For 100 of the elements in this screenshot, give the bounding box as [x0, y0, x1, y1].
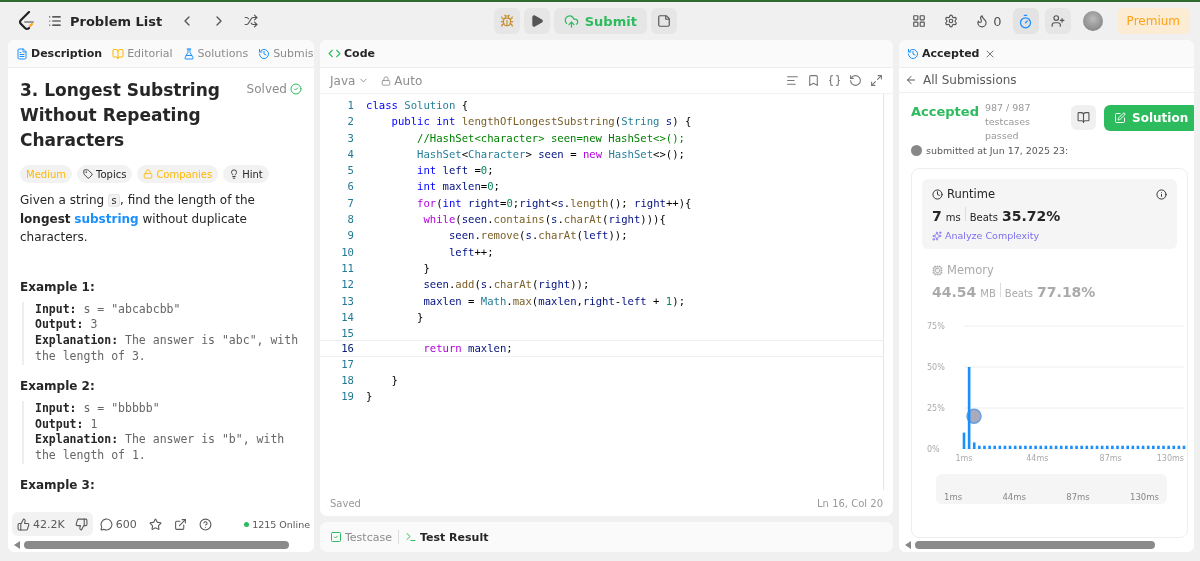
add-friend-button[interactable]	[1044, 8, 1071, 34]
list-icon	[48, 14, 62, 28]
tab[interactable]: Description	[14, 47, 105, 60]
editorial-button[interactable]	[1071, 105, 1096, 130]
problem-list-button[interactable]: Problem List	[42, 13, 169, 29]
beats-percent: 77.18%	[1037, 284, 1096, 300]
bar	[1075, 445, 1078, 449]
line-number: 11	[340, 260, 354, 276]
metric-card[interactable]: Memory 44.54 MB Beats 77.18%	[922, 255, 1177, 308]
example-line: Input: s = "abcabcbb"	[35, 301, 182, 318]
code-line: HashSet<Character> seen = new HashSet<>();	[416, 146, 685, 162]
bar	[1121, 445, 1124, 449]
scroll-left-icon	[14, 541, 20, 549]
code-line: }	[422, 260, 430, 276]
bookmark-icon[interactable]	[807, 74, 820, 87]
submit-button[interactable]: Submit	[553, 8, 647, 34]
analyze-complexity-link[interactable]: Analyze Complexity	[932, 230, 1167, 241]
bar	[1065, 445, 1068, 449]
code-line: }	[390, 373, 398, 388]
terminal-icon	[404, 531, 417, 543]
format-icon[interactable]	[786, 74, 799, 87]
star-icon	[148, 517, 162, 531]
axis-label: 25%	[927, 404, 945, 413]
solution-button[interactable]: Solution	[1104, 105, 1194, 131]
code-line: left++;	[447, 244, 494, 259]
line-number: 17	[340, 356, 354, 372]
line-number: 14	[340, 309, 354, 325]
history-icon	[907, 47, 919, 60]
checkbox-icon	[330, 531, 342, 543]
avatar[interactable]	[1082, 11, 1103, 31]
substring-link[interactable]: substring	[74, 212, 139, 226]
beats-percent: 35.72%	[1002, 208, 1061, 224]
info-icon[interactable]	[1156, 188, 1167, 200]
metric-card[interactable]: Runtime 7 ms Beats 35.72% Analyze Complexity	[922, 179, 1177, 249]
all-submissions-link[interactable]: All Submissions	[899, 68, 1194, 93]
note-button[interactable]	[650, 8, 677, 34]
braces-icon[interactable]	[828, 74, 841, 87]
cursor-position: Ln 16, Col 20	[817, 497, 883, 509]
tag[interactable]: Topics	[77, 165, 133, 183]
code-line: for(int right=0;right<s.length(); right++){	[416, 195, 692, 211]
mode-label: Auto	[381, 73, 423, 88]
flask-icon	[182, 47, 195, 60]
language-selector[interactable]: Java	[330, 73, 370, 88]
line-number: 3	[346, 130, 354, 145]
testcases-passed: 987 / 987 testcases passed	[984, 101, 1032, 143]
example-line: Input: s = "bbbbb"	[35, 400, 161, 417]
code-line: int left =0;	[416, 163, 494, 178]
axis-label: 50%	[927, 363, 945, 372]
bar	[1167, 445, 1170, 449]
tab[interactable]: Test Result	[402, 530, 491, 544]
tab[interactable]: Submis	[256, 47, 314, 60]
example-line: Explanation: The answer is "abc", with the length of 3.	[35, 333, 300, 365]
chip-icon	[932, 264, 943, 276]
comments-button[interactable]: 600	[94, 517, 142, 531]
line-number: 19	[340, 389, 354, 404]
reset-icon[interactable]	[849, 74, 862, 87]
metric-value: 7	[932, 208, 942, 224]
layout-icon	[912, 14, 927, 28]
bar	[1019, 445, 1022, 449]
horizontal-scrollbar[interactable]	[899, 538, 1194, 552]
horizontal-scrollbar[interactable]	[8, 538, 314, 552]
bar	[983, 445, 986, 449]
streak-button[interactable]: 0	[970, 8, 1007, 34]
range-label: 87ms	[1066, 492, 1090, 502]
metric-unit: ms	[945, 212, 961, 223]
range-selector[interactable]: 1ms 44ms 87ms 130ms	[936, 474, 1167, 504]
accepted-tab[interactable]: Accepted	[905, 47, 982, 60]
thumbs-down-icon	[74, 517, 88, 531]
online-count: 1215 Online	[244, 518, 310, 530]
code-icon	[328, 47, 341, 60]
code-line: while(seen.contains(s.charAt(right))){	[422, 212, 666, 227]
line-number: 12	[340, 277, 354, 292]
flame-icon	[975, 14, 990, 28]
tag[interactable]: Hint	[223, 165, 269, 183]
tab[interactable]: Testcase	[328, 530, 394, 544]
solved-status: Solved	[246, 82, 302, 96]
example-title: Example 2:	[20, 378, 96, 393]
problem-description: Given a string s , find the length of the longest substring without duplicate characters.	[20, 192, 256, 246]
bar	[1111, 445, 1114, 449]
axis-label: 130ms	[1156, 454, 1184, 463]
arrow-left-icon	[905, 74, 917, 86]
metric-value: 44.54	[932, 284, 977, 300]
code-tab[interactable]: Code	[326, 47, 377, 60]
metric-title: Memory	[947, 263, 994, 277]
code-line: public int lengthOfLongestSubstring(String s) {	[390, 114, 692, 129]
beats-label: Beats	[1004, 288, 1034, 299]
bar	[978, 445, 981, 449]
comment-icon	[99, 517, 113, 531]
document-icon	[16, 47, 28, 60]
run-button[interactable]	[523, 8, 550, 34]
clock-icon	[932, 188, 943, 200]
save-status: Saved	[330, 497, 361, 509]
timer-button[interactable]	[1012, 8, 1039, 34]
code-line: int maxlen=0;	[416, 179, 500, 194]
code-line: }	[416, 309, 424, 325]
example-line: Output: 3	[35, 317, 99, 334]
expand-icon[interactable]	[870, 74, 883, 87]
lightbulb-icon	[229, 169, 240, 179]
tab[interactable]: Editorial	[110, 47, 175, 60]
tab[interactable]: Solutions	[180, 47, 251, 60]
